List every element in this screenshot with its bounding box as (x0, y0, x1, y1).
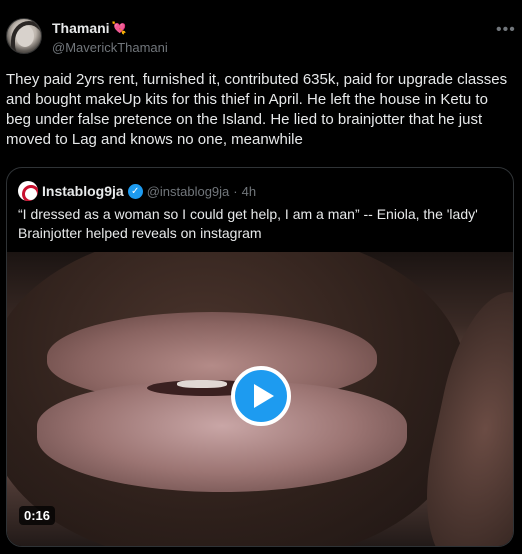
quoted-author-handle: @instablog9ja (146, 183, 230, 199)
video-frame-lower-lip (37, 382, 407, 492)
play-icon (253, 384, 274, 408)
author-avatar[interactable] (6, 18, 42, 54)
quoted-author-avatar (18, 181, 38, 201)
tweet: Thamani 💘 @MaverickThamani ••• They paid… (0, 0, 522, 554)
heart-arrow-icon: 💘 (111, 21, 127, 35)
author-display-name[interactable]: Thamani (52, 20, 110, 36)
author-name-row: Thamani 💘 (52, 20, 127, 36)
header-separator: · (233, 183, 238, 199)
video-frame-teeth (177, 380, 227, 388)
quoted-author-display-name: Instablog9ja (42, 183, 124, 199)
play-button[interactable] (231, 366, 291, 426)
verified-badge-icon: ✓ (127, 183, 143, 199)
quoted-tweet-header: Instablog9ja ✓ @instablog9ja · 4h (18, 181, 256, 201)
video-thumbnail[interactable]: 0:16 (7, 252, 513, 546)
author-handle[interactable]: @MaverickThamani (52, 40, 168, 55)
quoted-timestamp: 4h (241, 183, 257, 199)
tweet-text: They paid 2yrs rent, furnished it, contr… (6, 71, 508, 148)
video-duration-badge: 0:16 (19, 506, 56, 525)
quoted-tweet-text: “I dressed as a woman so I could get hel… (18, 206, 478, 241)
quoted-tweet[interactable]: Instablog9ja ✓ @instablog9ja · 4h “I dre… (6, 167, 514, 547)
more-options-icon[interactable]: ••• (496, 22, 516, 38)
